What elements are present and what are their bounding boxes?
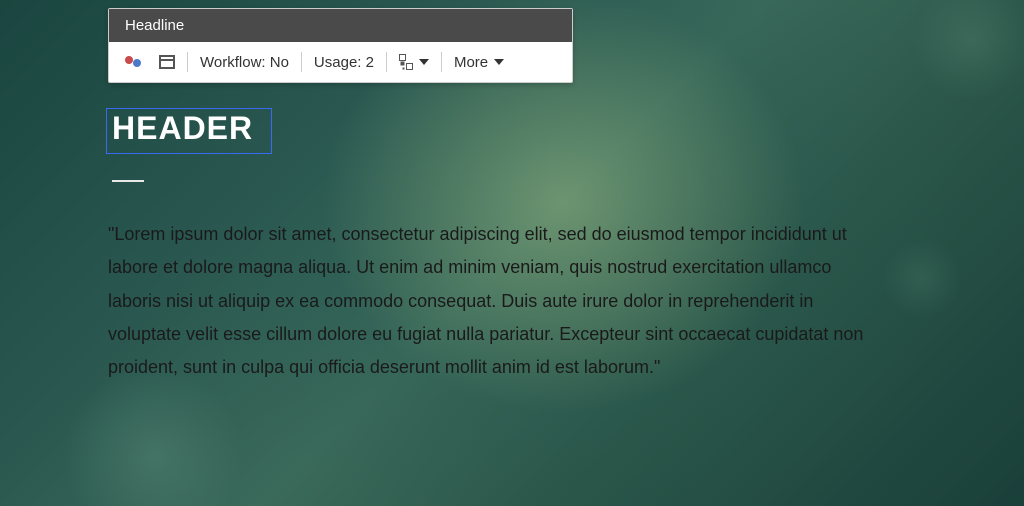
page-header[interactable]: HEADER [112,110,253,147]
editor-toolbar: Headline Workflow: No Usage: 2 More [108,8,573,83]
divider [386,52,387,72]
toolbar-actions: Workflow: No Usage: 2 More [109,42,572,82]
chevron-down-icon [494,59,504,65]
window-button[interactable] [155,55,179,69]
more-label: More [454,54,488,71]
tree-dropdown[interactable] [395,54,433,70]
header-underline [112,180,144,182]
divider [187,52,188,72]
body-paragraph[interactable]: "Lorem ipsum dolor sit amet, consectetur… [108,218,868,384]
people-button[interactable] [121,54,147,70]
tree-icon [399,54,413,70]
divider [441,52,442,72]
usage-button[interactable]: Usage: 2 [310,54,378,71]
divider [301,52,302,72]
window-icon [159,55,175,69]
workflow-button[interactable]: Workflow: No [196,54,293,71]
workflow-label: Workflow: No [200,54,289,71]
usage-label: Usage: 2 [314,54,374,71]
people-icon [125,54,143,70]
toolbar-title: Headline [109,9,572,42]
chevron-down-icon [419,59,429,65]
more-dropdown[interactable]: More [450,54,508,71]
